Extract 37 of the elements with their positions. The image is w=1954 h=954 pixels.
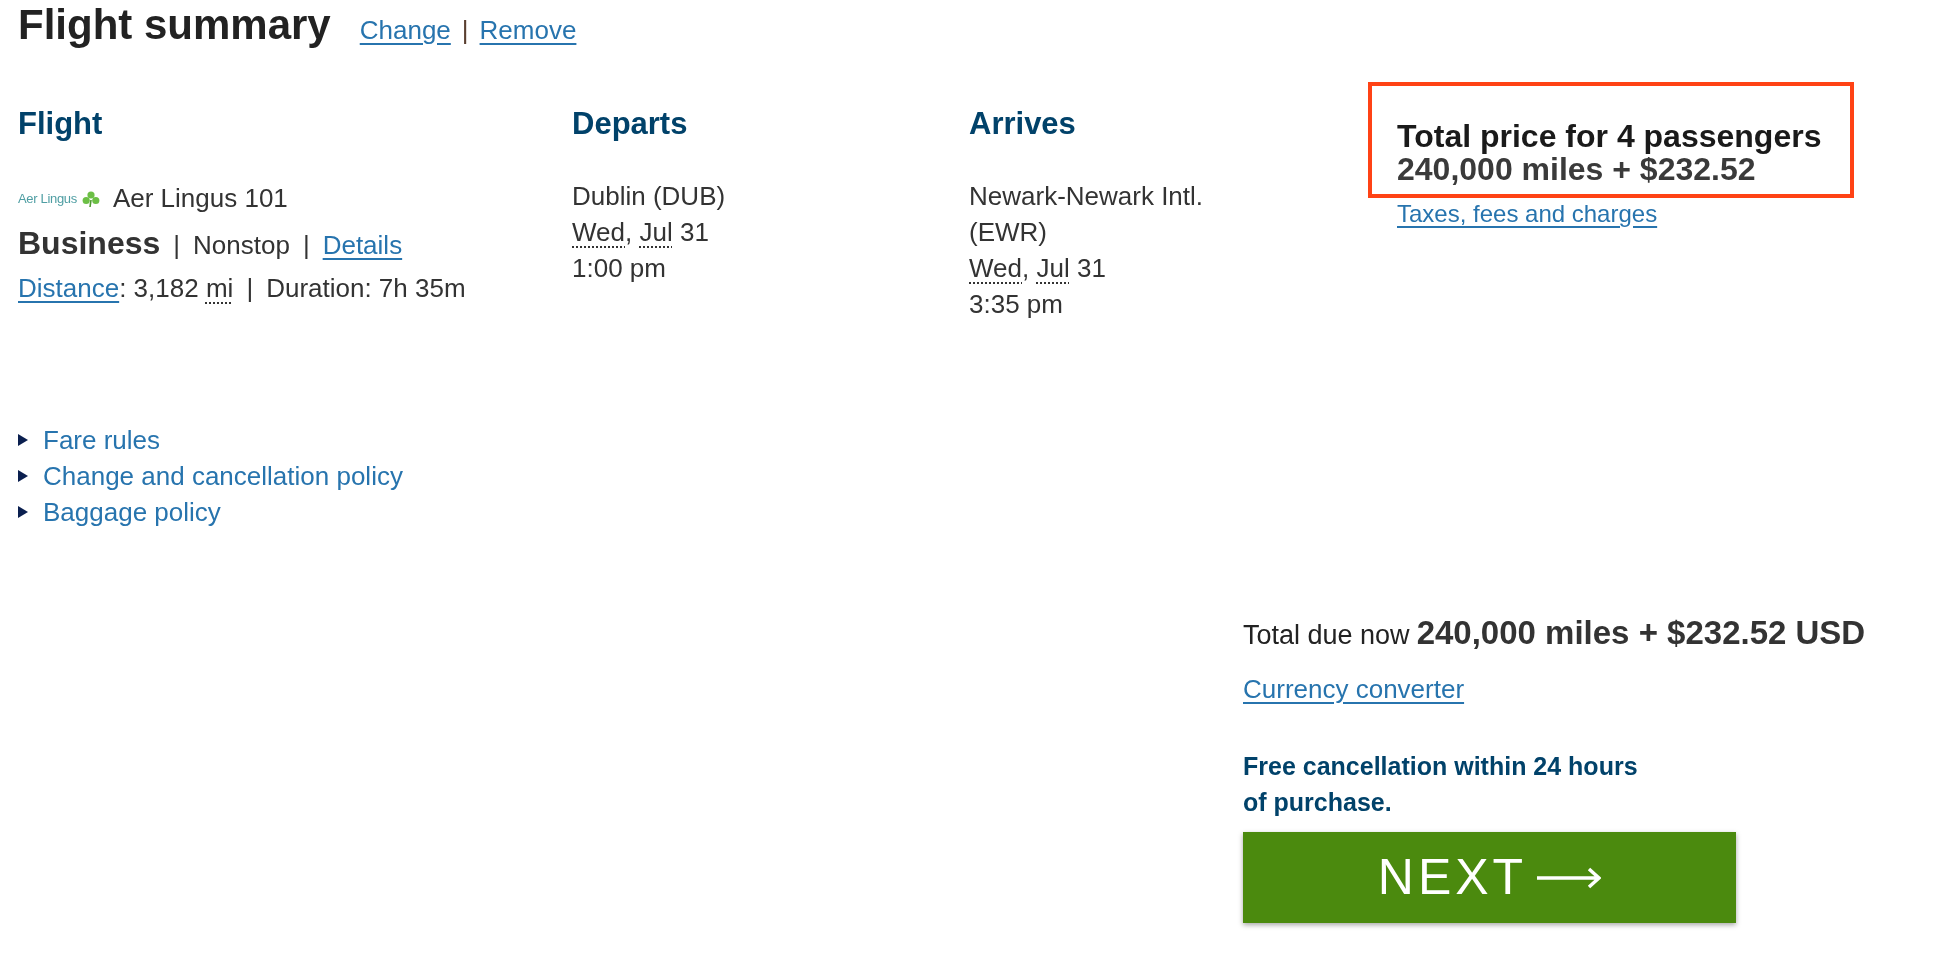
pipe-separator: | [302, 229, 310, 262]
currency-converter-link[interactable]: Currency converter [1243, 673, 1465, 705]
total-due-amount: 240,000 miles + $232.52 USD [1416, 613, 1866, 653]
details-link[interactable]: Details [322, 226, 403, 265]
airport-text: Dublin (DUB) [572, 180, 726, 213]
policy-link[interactable]: Fare rules [18, 422, 161, 458]
pipe-separator: | [461, 14, 469, 47]
cancellation-note: Free cancellation within 24 hours of purchase. [1243, 751, 1639, 818]
next-button[interactable]: NEXT [1243, 832, 1736, 923]
stops-text: Nonstop [193, 229, 290, 262]
airline-logo-text: Aer Lingus [18, 189, 77, 208]
change-link[interactable]: Change [359, 11, 451, 50]
remove-link[interactable]: Remove [479, 11, 577, 50]
cabin-class-text: Business [18, 224, 161, 263]
distance-value: : 3,182 mi [119, 272, 234, 305]
policy-link[interactable]: Baggage policy [18, 494, 221, 530]
pipe-separator: | [173, 229, 181, 262]
pipe-separator: | [246, 272, 254, 305]
column-heading: Arrives [969, 106, 1076, 142]
time-text: 3:35 pm [969, 288, 1063, 321]
column-heading: Departs [572, 106, 688, 142]
arrow-right-icon [1537, 866, 1602, 889]
policy-link[interactable]: Change and cancellation policy [18, 458, 403, 494]
taxes-fees-link[interactable]: Taxes, fees and charges [1397, 200, 1658, 228]
total-price-amount: 240,000 miles + $232.52 [1397, 153, 1756, 186]
date-text: Wed, Jul 31 [969, 252, 1106, 285]
airport-text: Newark-Newark Intl. (EWR) [969, 180, 1205, 249]
flight-number: Aer Lingus 101 [112, 182, 288, 215]
date-text: Wed, Jul 31 [572, 216, 709, 249]
clover-icon [81, 190, 100, 207]
total-due-label: Total due now [1243, 619, 1410, 652]
page-title: Flight summary [18, 0, 331, 50]
total-price-title: Total price for 4 passengers [1397, 120, 1822, 153]
distance-link[interactable]: Distance [18, 266, 120, 311]
column-heading: Flight [18, 106, 103, 142]
time-text: 1:00 pm [572, 252, 666, 285]
duration-text: Duration: 7h 35m [266, 272, 466, 305]
